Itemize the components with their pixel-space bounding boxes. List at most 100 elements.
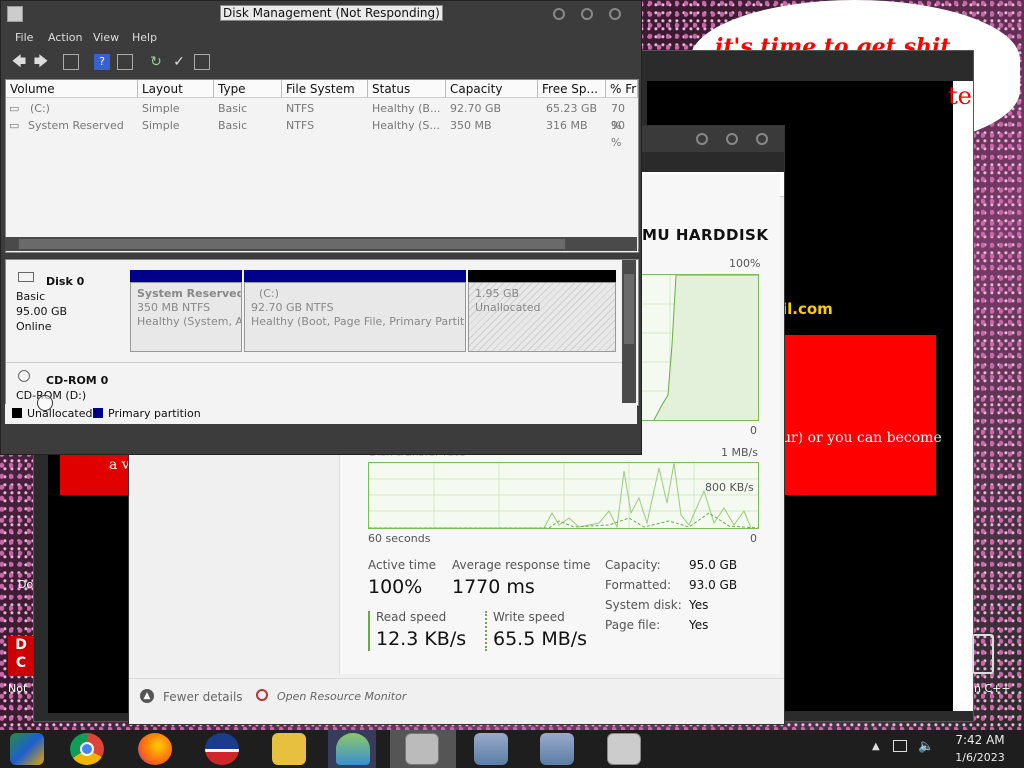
file-explorer-icon[interactable]: [272, 733, 306, 765]
desktop-icon-label-cpp[interactable]: n C++: [974, 682, 1011, 695]
menu-view[interactable]: View: [93, 31, 119, 44]
read-speed-label: Read speed: [376, 610, 447, 624]
fewer-details-link[interactable]: Fewer details: [163, 690, 243, 704]
minimize-button[interactable]: [696, 133, 708, 145]
help-icon[interactable]: ?: [94, 54, 110, 70]
chart2-mid-label: 800 KB/s: [705, 481, 754, 494]
disk-graphical-view[interactable]: Disk 0 Basic 95.00 GB Online System Rese…: [5, 259, 639, 406]
table-cell: Healthy (S...: [372, 119, 440, 132]
table-row[interactable]: ▭ (C:) Simple Basic NTFS Healthy (B... 9…: [6, 100, 638, 132]
formatted-label: Formatted:: [605, 578, 672, 592]
network-setup-icon[interactable]: [474, 733, 508, 765]
settings-list-icon[interactable]: [194, 54, 210, 70]
meme-red-box: [782, 335, 936, 495]
check-icon[interactable]: ✓: [171, 54, 187, 70]
recycle-bin-icon[interactable]: [972, 634, 994, 674]
users-icon[interactable]: [336, 733, 370, 765]
table-cell: 65.23 GB: [546, 102, 598, 115]
cdrom-empty-area[interactable]: [130, 364, 622, 404]
cdrom-name: CD-ROM 0: [46, 374, 109, 387]
forward-arrow-icon[interactable]: 🡆: [33, 54, 49, 70]
cdrom-info[interactable]: CD-ROM 0 CD-ROM (D:): [6, 364, 128, 404]
disk-management-titlebar[interactable]: Disk Management (Not Responding): [1, 1, 641, 27]
refresh-icon[interactable]: ↻: [148, 54, 164, 70]
meme-window-scrollbar[interactable]: [953, 81, 973, 711]
chrome-icon[interactable]: [70, 733, 104, 765]
maximize-button[interactable]: [581, 8, 593, 20]
table-cell: 70 %: [611, 102, 625, 132]
table-cell: NTFS: [286, 119, 315, 132]
properties-icon[interactable]: [117, 54, 133, 70]
capacity-label: Capacity:: [605, 558, 661, 572]
network-icon[interactable]: [893, 740, 907, 752]
chart1-max-label: 100%: [729, 257, 761, 270]
chart2-max-label: 1 MB/s: [721, 446, 758, 459]
minimize-button[interactable]: [553, 8, 565, 20]
drive-icon: ▭: [9, 119, 20, 132]
desktop-icon-label-do[interactable]: Do: [18, 578, 33, 591]
scrollbar-thumb[interactable]: [624, 274, 634, 344]
open-resource-monitor-link[interactable]: Open Resource Monitor: [277, 690, 406, 703]
col-header-layout[interactable]: Layout: [138, 80, 214, 98]
partition-size: 1.95 GB: [475, 287, 520, 300]
back-arrow-icon[interactable]: 🡄: [11, 54, 27, 70]
obama-icon[interactable]: [205, 733, 239, 765]
col-header-capacity[interactable]: Capacity: [446, 80, 538, 98]
partition-system-reserved[interactable]: System Reserved 350 MB NTFS Healthy (Sys…: [130, 270, 242, 352]
read-speed-value: 12.3 KB/s: [376, 628, 467, 650]
legend-bar: Unallocated Primary partition: [5, 404, 637, 424]
disk-management-icon[interactable]: [405, 733, 439, 765]
chevron-up-icon[interactable]: ▲: [140, 689, 154, 703]
col-header-type[interactable]: Type: [214, 80, 282, 98]
col-header-status[interactable]: Status: [368, 80, 446, 98]
menu-bar: File Action View Help: [1, 27, 641, 49]
partition-size: 92.70 GB NTFS: [251, 301, 334, 314]
transfer-rate-chart-svg: [369, 463, 758, 528]
desktop-icon-label-not[interactable]: Not: [8, 682, 27, 695]
horizontal-scrollbar[interactable]: [5, 237, 637, 251]
menu-action[interactable]: Action: [48, 31, 82, 44]
chevron-up-icon[interactable]: ▲: [872, 741, 880, 752]
table-cell: NTFS: [286, 102, 315, 115]
disk-management-app-icon: [7, 6, 23, 22]
col-header-free-space[interactable]: Free Sp...: [538, 80, 606, 98]
partition-body[interactable]: System Reserved 350 MB NTFS Healthy (Sys…: [130, 282, 242, 352]
close-button[interactable]: [609, 8, 621, 20]
table-cell: System Reserved: [28, 119, 124, 132]
disk-management-window[interactable]: Disk Management (Not Responding) File Ac…: [0, 0, 642, 455]
desktop-app-icon[interactable]: DC: [8, 636, 34, 676]
tray-clock-time[interactable]: 7:42 AM: [952, 733, 1008, 747]
partition-body[interactable]: 1.95 GB Unallocated: [468, 282, 616, 352]
performance-icon[interactable]: [607, 733, 641, 765]
close-button[interactable]: [756, 133, 768, 145]
partition-name: (C:): [259, 287, 279, 300]
table-cell: Healthy (B...: [372, 102, 441, 115]
active-time-chart-svg: [640, 275, 758, 420]
resource-monitor-icon[interactable]: [256, 689, 268, 701]
maximize-button[interactable]: [726, 133, 738, 145]
legend-primary: Primary partition: [108, 407, 201, 420]
partition-body[interactable]: (C:) 92.70 GB NTFS Healthy (Boot, Page F…: [244, 282, 466, 352]
start-icon[interactable]: [10, 733, 44, 765]
avg-response-value: 1770 ms: [452, 576, 535, 598]
vertical-scrollbar[interactable]: [622, 260, 636, 403]
volume-list[interactable]: Volume Layout Type File System Status Ca…: [5, 79, 639, 253]
table-cell: 92.70 GB: [450, 102, 502, 115]
scrollbar-thumb[interactable]: [19, 239, 565, 249]
disk0-info[interactable]: Disk 0 Basic 95.00 GB Online: [6, 260, 128, 360]
menu-file[interactable]: File: [15, 31, 33, 44]
col-header-percent-free[interactable]: % Fr: [606, 80, 638, 98]
speaker-icon[interactable]: 🔈: [918, 739, 934, 754]
firefox-icon[interactable]: [138, 733, 172, 765]
menu-help[interactable]: Help: [132, 31, 157, 44]
meme-bubble-text-2: te: [948, 82, 972, 110]
partition-header-bar: [130, 270, 242, 282]
console-tree-icon[interactable]: [63, 54, 79, 70]
network-setup2-icon[interactable]: [540, 733, 574, 765]
col-header-volume[interactable]: Volume: [6, 80, 138, 98]
col-header-filesystem[interactable]: File System: [282, 80, 368, 98]
partition-c[interactable]: (C:) 92.70 GB NTFS Healthy (Boot, Page F…: [244, 270, 466, 352]
table-row[interactable]: ▭ System Reserved Simple Basic NTFS Heal…: [6, 117, 638, 149]
partition-unallocated[interactable]: 1.95 GB Unallocated: [468, 270, 616, 352]
tray-clock-date[interactable]: 1/6/2023: [950, 751, 1010, 764]
